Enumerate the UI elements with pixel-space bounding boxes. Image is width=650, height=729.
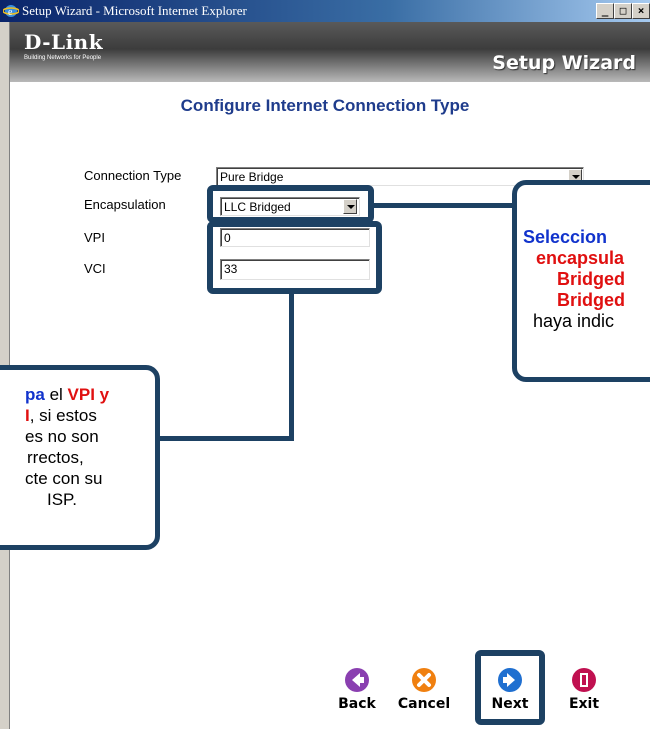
dlink-logo: D-Link [24, 30, 104, 54]
logo-tagline: Building Networks for People [24, 55, 102, 61]
next-arrow-icon [498, 668, 522, 692]
connection-type-value: Pure Bridge [220, 170, 284, 184]
callout-right-line4: Bridged [557, 290, 626, 310]
encapsulation-highlight [207, 185, 374, 223]
vpi-connector-line-horizontal [160, 436, 294, 441]
page-title: Configure Internet Connection Type [180, 96, 470, 115]
vpi-connector-line-vertical [289, 293, 294, 441]
title-bar: e Setup Wizard - Microsoft Internet Expl… [0, 0, 650, 22]
encapsulation-connector-line [374, 203, 514, 208]
internet-explorer-icon: e [3, 5, 19, 18]
callout-left-line2: I, si estos [25, 406, 97, 425]
callout-left-line1: pa el VPI y [25, 385, 110, 404]
encapsulation-callout: Seleccion encapsula Bridged Bridged haya… [512, 180, 650, 382]
exit-button[interactable]: Exit [554, 667, 614, 712]
callout-left-line4: rrectos, [27, 448, 84, 467]
next-button[interactable]: Next [480, 667, 540, 712]
callout-right-line3: Bridged [557, 269, 626, 289]
maximize-button[interactable]: □ [614, 3, 632, 19]
back-arrow-icon [345, 668, 369, 692]
next-label: Next [491, 696, 529, 712]
back-button[interactable]: Back [327, 667, 387, 712]
header-title: Setup Wizard [492, 52, 636, 74]
vpi-vci-highlight [207, 221, 382, 294]
callout-right-line2: encapsula [536, 248, 625, 268]
callout-right-line5: haya indic [533, 311, 615, 331]
cancel-label: Cancel [397, 696, 451, 712]
callout-right-line1: Seleccion [523, 227, 608, 247]
callout-left-line3: es no son [25, 427, 99, 446]
page-header: D-Link Building Networks for People Setu… [10, 22, 650, 82]
callout-left-line6: ISP. [47, 490, 77, 509]
back-label: Back [338, 696, 376, 712]
encapsulation-label: Encapsulation [84, 197, 166, 212]
minimize-button[interactable]: _ [596, 3, 614, 19]
vpi-vci-callout: pa el VPI y I, si estos es no son rrecto… [0, 365, 160, 550]
vpi-label: VPI [84, 230, 105, 245]
cancel-x-icon [412, 668, 436, 692]
callout-left-line5: cte con su [25, 469, 103, 488]
close-button[interactable]: × [632, 3, 650, 19]
browser-window: e Setup Wizard - Microsoft Internet Expl… [0, 0, 650, 729]
window-title: Setup Wizard - Microsoft Internet Explor… [22, 3, 247, 18]
exit-label: Exit [568, 696, 600, 712]
cancel-button[interactable]: Cancel [394, 667, 454, 712]
vci-label: VCI [84, 261, 106, 276]
svg-text:e: e [8, 7, 13, 18]
exit-door-icon [572, 668, 596, 692]
connection-type-label: Connection Type [84, 168, 182, 183]
